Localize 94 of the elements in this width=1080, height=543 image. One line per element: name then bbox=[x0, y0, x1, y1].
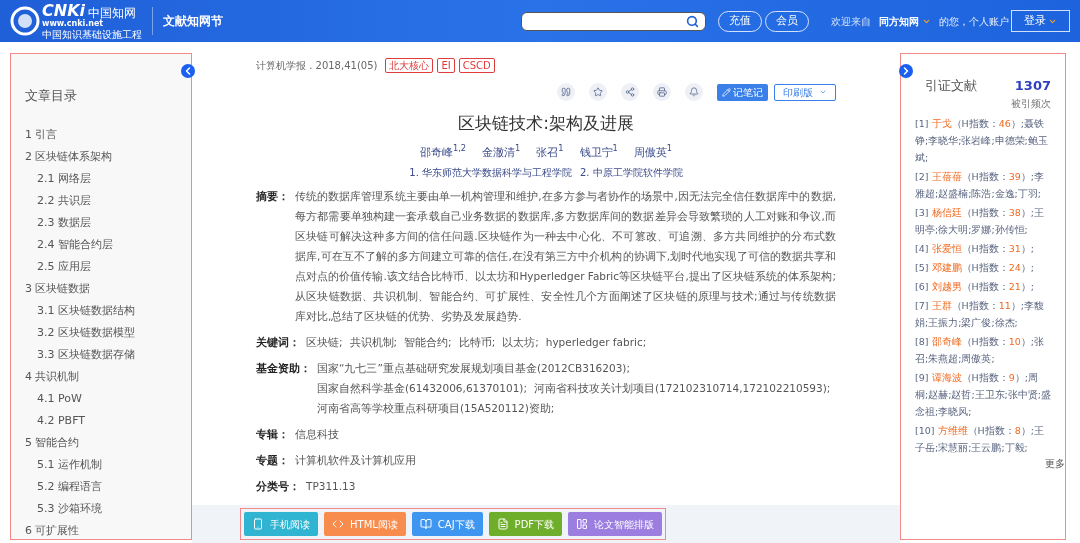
index-tag: 北大核心 bbox=[385, 58, 434, 73]
index-tag: CSCD bbox=[458, 58, 495, 73]
toc-item[interactable]: 2.1 网络层 bbox=[11, 167, 191, 190]
expand-icon[interactable] bbox=[899, 64, 913, 78]
field-label: 关键词： bbox=[256, 335, 300, 350]
field-link[interactable]: 国家“九七三”重点基础研究发展规划项目基金(2012CB316203); bbox=[317, 358, 630, 378]
citation-entry[interactable]: [10] 方维维（H指数：8）;王子岳;宋慧丽;王云鹏;丁毅; bbox=[915, 421, 1051, 456]
toc-item[interactable]: 1 引言 bbox=[11, 123, 191, 146]
citation-entry[interactable]: [2] 王蓓蓓（H指数：39）;李雅超;赵盛楠;陈浩;金逸;丁羽; bbox=[915, 167, 1051, 202]
journal-source[interactable]: 计算机学报 . 2018,41(05) bbox=[256, 58, 378, 73]
citation-entry[interactable]: [4] 张爱恒（H指数：31）; bbox=[915, 239, 1051, 257]
field-value: 传统的数据库管理系统主要由单一机构管理和维护,在多方参与者协作的场景中,因无法完全信任数据库中的数据,每方都需要单独构建一套承载自己业务数据的数据库,多方数据库间的数据差异会导致繁琐的人工对账和争议,而区块链可解决这种多方间的信任问题.区块链作为一种去中心化、不可篡改、可追溯、多方共同维护的分布式数据库,可在互不了解的多方间建立可靠的信任,在没有第三方中介机构的协调下,划时代地实现了可信的数据共享和点对点的价值传输.该文结合比特币、以太坊和Hyperledger Fabric等区块链平台,提出了区块链系统的体系架构;从区块链数据、共识机制、智能合约、可扩展性、安全性几个方面阐述了区块链的原理与技术;通过与传统数据库对比,总结了区块链的优势、劣势及发展趋势. bbox=[295, 189, 836, 324]
field-label: 专辑： bbox=[256, 427, 289, 442]
author-link[interactable]: 周傲英$^{1}$ bbox=[633, 144, 673, 161]
field-label: 摘要： bbox=[256, 189, 289, 204]
author-link[interactable]: 邵奇峰$^{1,2}$ bbox=[419, 144, 467, 161]
share-icon[interactable] bbox=[621, 83, 639, 101]
note-button[interactable]: 记笔记 bbox=[717, 83, 768, 101]
field-link[interactable]: 智能合约; bbox=[404, 332, 452, 352]
site-logo[interactable]: CNKi 中国知网 www.cnki.net 中国知识基础设施工程 bbox=[10, 2, 142, 40]
field-label: 专题： bbox=[256, 453, 289, 468]
toc-item[interactable]: 2.2 共识层 bbox=[11, 189, 191, 212]
citation-entry[interactable]: [5] 邓建鹏（H指数：24）; bbox=[915, 258, 1051, 276]
search-icon[interactable] bbox=[686, 14, 699, 28]
toc-item[interactable]: 5.2 编程语言 bbox=[11, 475, 191, 498]
index-tag: EI bbox=[437, 58, 455, 73]
toc-item[interactable]: 3.1 区块链数据结构 bbox=[11, 299, 191, 322]
code-icon bbox=[332, 518, 344, 530]
pencil-icon bbox=[722, 87, 731, 97]
toc-item[interactable]: 2.5 应用层 bbox=[11, 255, 191, 278]
author-link[interactable]: 钱卫宁$^{1}$ bbox=[579, 144, 618, 161]
author-link[interactable]: 张召$^{1}$ bbox=[536, 144, 564, 161]
print-icon[interactable] bbox=[653, 83, 671, 101]
globe-icon bbox=[10, 6, 40, 36]
count-label: 被引频次 bbox=[1011, 96, 1051, 111]
field-value: 计算机软件及计算机应用 bbox=[295, 453, 416, 468]
pdf-icon bbox=[496, 518, 509, 530]
print-version-dropdown[interactable]: 印刷版 bbox=[774, 83, 836, 101]
field-link[interactable]: 比特币; bbox=[458, 332, 496, 352]
field-link[interactable]: 国家自然科学基金(61432006,61370101); bbox=[317, 378, 527, 398]
toc-item[interactable]: 5.3 沙箱环境 bbox=[11, 497, 191, 520]
caret-icon bbox=[819, 88, 827, 96]
bell-icon[interactable] bbox=[685, 83, 703, 101]
affiliation-link[interactable]: 2. 中原工学院软件学院 bbox=[580, 165, 683, 180]
login-button[interactable]: 登录 bbox=[1011, 10, 1070, 32]
welcome-text: 欢迎来自 bbox=[831, 14, 871, 29]
account-text: 的您，个人账户 bbox=[939, 14, 1009, 29]
field-link[interactable]: 以太坊; bbox=[502, 332, 539, 352]
toc-item[interactable]: 4.2 PBFT bbox=[11, 409, 191, 432]
logo-url: www.cnki.net bbox=[42, 18, 104, 29]
field-link[interactable]: hyperledger fabric; bbox=[545, 332, 647, 352]
field-link[interactable]: 区块链; bbox=[306, 332, 343, 352]
toc-item[interactable]: 5 智能合约 bbox=[11, 431, 191, 454]
field-link[interactable]: 河南省高等学校重点科研项目(15A520112)资助; bbox=[317, 398, 555, 418]
field-link[interactable]: 河南省科技攻关计划项目(172102310714,172102210593); bbox=[533, 378, 831, 398]
toc-item[interactable]: 6 可扩展性 bbox=[11, 519, 191, 542]
logo-mark: CNKi bbox=[42, 2, 85, 19]
citation-entry[interactable]: [6] 刘越男（H指数：21）; bbox=[915, 277, 1051, 295]
site-title: 文献知网节 bbox=[163, 13, 223, 30]
author-link[interactable]: 金澈清$^{1}$ bbox=[482, 144, 521, 161]
citation-entry[interactable]: [1] 于戈（H指数：46）;聂铁铮;李晓华;张岩峰;申德荣;鲍玉斌; bbox=[915, 114, 1051, 166]
toc-title: 文章目录 bbox=[25, 87, 77, 105]
toc-item[interactable]: 3.3 区块链数据存储 bbox=[11, 343, 191, 366]
toc-item[interactable]: 5.1 运作机制 bbox=[11, 453, 191, 476]
affiliation-link[interactable]: 1. 华东师范大学数据科学与工程学院 bbox=[409, 165, 572, 180]
logo-tagline: 中国知识基础设施工程 bbox=[42, 28, 142, 40]
quote-icon[interactable] bbox=[557, 83, 575, 101]
toc-item[interactable]: 4 共识机制 bbox=[11, 365, 191, 388]
citation-entry[interactable]: [7] 王群（H指数：11）;李馥娟;王振力;梁广俊;徐杰; bbox=[915, 296, 1051, 331]
toc-item[interactable]: 4.1 PoW bbox=[11, 387, 191, 410]
toc-item[interactable]: 2.3 数据层 bbox=[11, 211, 191, 234]
toc-item[interactable]: 3 区块链数据 bbox=[11, 277, 191, 300]
field-label: 基金资助： bbox=[256, 361, 311, 376]
citations-title: 引证文献 bbox=[925, 77, 977, 95]
search-field[interactable] bbox=[521, 11, 706, 31]
citation-entry[interactable]: [3] 杨信廷（H指数：38）;王明亭;徐大明;罗娜;孙传恒; bbox=[915, 203, 1051, 238]
collapse-icon[interactable] bbox=[181, 64, 195, 78]
toc-item[interactable]: 2 区块链体系架构 bbox=[11, 145, 191, 168]
citation-entry[interactable]: [9] 谭海波（H指数：9）;周桐;赵赫;赵哲;王卫东;张中贤;盛念祖;李晓风; bbox=[915, 368, 1051, 420]
phone-icon bbox=[252, 518, 264, 530]
citation-count: 1307 bbox=[1014, 77, 1051, 95]
field-value: TP311.13 bbox=[306, 479, 356, 494]
org-dropdown[interactable]: 同方知网 bbox=[879, 13, 931, 29]
logo-chinese: 中国知网 bbox=[88, 6, 136, 19]
layout-icon bbox=[576, 518, 589, 530]
toc-item[interactable]: 3.2 区块链数据模型 bbox=[11, 321, 191, 344]
article-title: 区块链技术:架构及进展 bbox=[457, 112, 635, 135]
toc-item[interactable]: 2.4 智能合约层 bbox=[11, 233, 191, 256]
book-icon bbox=[419, 518, 432, 530]
field-link[interactable]: 共识机制; bbox=[349, 332, 398, 352]
field-value: 信息科技 bbox=[295, 427, 339, 442]
field-label: 分类号： bbox=[256, 479, 300, 494]
citation-entry[interactable]: [8] 邵奇峰（H指数：10）;张召;朱燕超;周傲英; bbox=[915, 332, 1051, 367]
more-link[interactable]: 更多 bbox=[1045, 455, 1065, 471]
